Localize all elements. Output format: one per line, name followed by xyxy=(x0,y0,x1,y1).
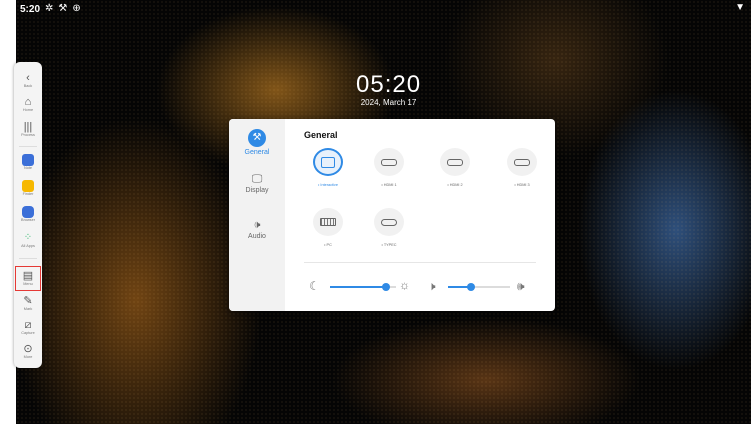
volume-icon[interactable]: 🕪 xyxy=(517,280,525,292)
status-bar: 5:20 ✲ ⚒ ⊕ ▼ xyxy=(16,0,751,18)
speaker-icon: 🕩 xyxy=(253,219,261,231)
toolbar-label: Mark xyxy=(23,307,33,311)
toolbar-menu[interactable]: ▤ Menu xyxy=(14,270,42,287)
tab-display[interactable]: 🖵 Display xyxy=(229,173,285,194)
toolbar-home[interactable]: ⌂ Home xyxy=(14,96,42,113)
panel-title: General xyxy=(304,130,338,140)
all-apps-icon: ⁘ xyxy=(23,232,33,243)
source-label: • PC xyxy=(324,243,332,247)
source-label: • Interactive xyxy=(318,183,338,187)
source-typec[interactable]: • TYPEC xyxy=(365,208,413,247)
menu-icon: ▤ xyxy=(22,270,34,282)
tab-general[interactable]: ⚒ General xyxy=(229,129,285,156)
tab-audio[interactable]: 🕩 Audio xyxy=(229,219,285,240)
side-toolbar: ‹ Back ⌂ Home ||| Process Note Finder Br… xyxy=(14,62,42,368)
clock-date: 2024, March 17 xyxy=(360,98,417,107)
toolbar-label: Home xyxy=(22,108,34,112)
toolbar-label: Finder xyxy=(22,192,34,196)
source-button[interactable] xyxy=(374,148,404,176)
note-app-icon xyxy=(22,154,34,166)
monitor-icon: 🖵 xyxy=(251,173,263,185)
toolbar-label: Menu xyxy=(23,282,33,286)
toolbar-label: Back xyxy=(23,84,33,88)
chevron-left-icon: ‹ xyxy=(26,72,30,84)
browser-app-icon xyxy=(22,206,34,218)
source-button[interactable] xyxy=(313,148,343,176)
source-button[interactable] xyxy=(507,148,537,176)
hdmi-port-icon xyxy=(447,158,463,166)
toolbar-capture[interactable]: ⧄ Capture xyxy=(14,319,42,336)
wrench-icon[interactable]: ⚒ xyxy=(58,4,67,14)
source-label: • HDMI 1 xyxy=(381,183,397,187)
pen-icon: ✎ xyxy=(23,295,33,307)
source-label: • TYPEC xyxy=(381,243,397,247)
toolbar-back[interactable]: ‹ Back xyxy=(14,72,42,89)
capture-icon: ⧄ xyxy=(24,319,32,331)
folder-app-icon xyxy=(22,180,34,192)
volume-slider-knob[interactable] xyxy=(467,283,475,291)
source-button[interactable] xyxy=(313,208,343,236)
vga-port-icon xyxy=(320,218,336,226)
sun-icon[interactable]: ☼ xyxy=(399,279,410,291)
toolbar-mark[interactable]: ✎ Mark xyxy=(14,295,42,312)
source-button[interactable] xyxy=(374,208,404,236)
process-icon: ||| xyxy=(23,121,33,133)
toolbar-all-apps[interactable]: ⁘ All Apps xyxy=(14,232,42,249)
wifi-icon[interactable]: ▼ xyxy=(735,3,745,13)
settings-panel: ⚒ General 🖵 Display 🕩 Audio General • In… xyxy=(229,119,555,311)
toolbar-more[interactable]: ⊙ More xyxy=(14,343,42,360)
status-time: 5:20 xyxy=(20,3,41,15)
source-hdmi-2[interactable]: • HDMI 2 xyxy=(431,148,479,187)
tab-label: Audio xyxy=(248,233,266,240)
toolbar-note[interactable]: Note xyxy=(14,154,42,171)
hdmi-port-icon xyxy=(514,158,530,166)
toolbar-finder[interactable]: Finder xyxy=(14,180,42,197)
more-icon: ⊙ xyxy=(23,343,33,355)
clock-widget: 05:20 2024, March 17 xyxy=(356,71,422,108)
toolbar-label: All Apps xyxy=(21,244,35,248)
hdmi-port-icon xyxy=(381,158,397,166)
toolbar-label: Browser xyxy=(21,218,35,222)
toolbar-process[interactable]: ||| Process xyxy=(14,121,42,138)
tab-label: General xyxy=(244,149,270,156)
mute-icon[interactable]: 🕨 xyxy=(428,280,436,292)
typec-port-icon xyxy=(381,218,397,226)
toolbar-label: Note xyxy=(23,166,33,170)
display-frame: 5:20 ✲ ⚒ ⊕ ▼ 05:20 2024, March 17 ‹ Back… xyxy=(0,0,751,424)
brightness-fill xyxy=(330,286,386,288)
brightness-slider-knob[interactable] xyxy=(382,283,390,291)
source-pc[interactable]: • PC xyxy=(304,208,352,247)
source-interactive[interactable]: • Interactive xyxy=(304,148,352,187)
toolbar-browser[interactable]: Browser xyxy=(14,206,42,223)
clock-time: 05:20 xyxy=(356,71,422,98)
divider xyxy=(304,262,536,263)
toolbar-label: More xyxy=(23,355,33,359)
source-label: • HDMI 2 xyxy=(447,183,463,187)
source-hdmi-1[interactable]: • HDMI 1 xyxy=(365,148,413,187)
source-button[interactable] xyxy=(440,148,470,176)
source-label: • HDMI 3 xyxy=(514,183,530,187)
gear-icon[interactable]: ✲ xyxy=(45,4,53,14)
moon-icon: ☾ xyxy=(309,279,320,293)
globe-icon[interactable]: ⊕ xyxy=(72,4,80,14)
tab-label: Display xyxy=(245,187,269,194)
screen-icon xyxy=(321,156,335,168)
toolbar-label: Capture xyxy=(21,331,35,335)
wrench-icon: ⚒ xyxy=(248,129,266,147)
source-hdmi-3[interactable]: • HDMI 3 xyxy=(498,148,546,187)
home-icon: ⌂ xyxy=(24,96,32,108)
toolbar-label: Process xyxy=(21,133,35,137)
settings-sidebar: ⚒ General 🖵 Display 🕩 Audio xyxy=(229,119,285,311)
